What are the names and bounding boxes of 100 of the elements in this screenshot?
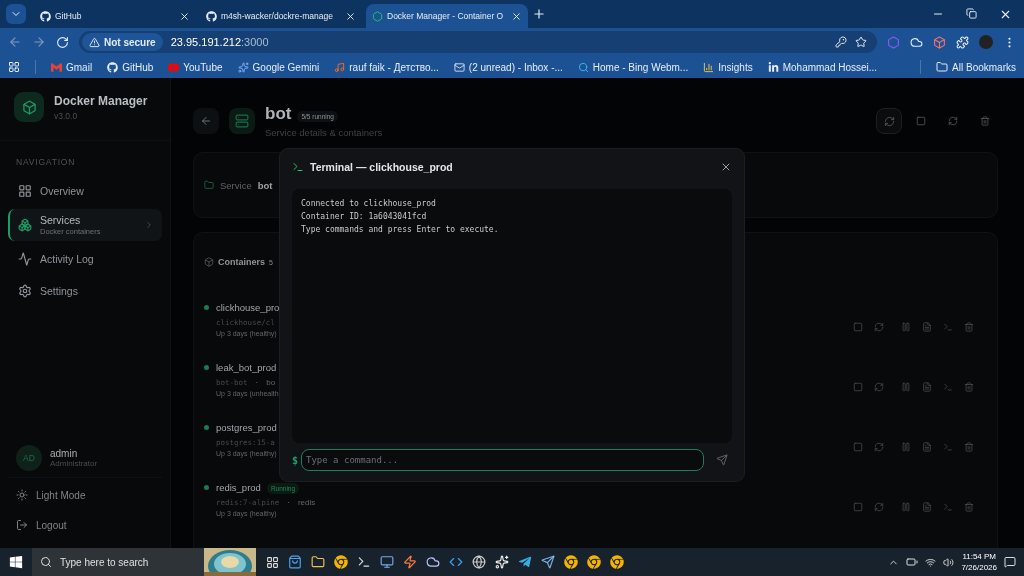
nav-label: Overview xyxy=(40,185,85,197)
close-button[interactable] xyxy=(720,161,732,173)
close-icon[interactable] xyxy=(511,10,522,22)
tab-list-button[interactable] xyxy=(6,4,26,24)
store-icon[interactable] xyxy=(288,555,302,569)
volume-icon[interactable] xyxy=(943,556,955,568)
nav-item[interactable]: Settings xyxy=(8,277,162,305)
browser-icon[interactable] xyxy=(334,555,348,569)
trash-icon xyxy=(964,382,974,392)
browser-tab[interactable]: Docker Manager - Container O xyxy=(366,4,528,28)
logout-button[interactable]: Logout xyxy=(8,512,162,538)
folder-icon[interactable] xyxy=(311,555,325,569)
refresh-icon xyxy=(948,116,958,126)
document-icon xyxy=(922,442,932,452)
terminal-line: Container ID: 1a6043041fcd xyxy=(301,212,428,221)
notifications-icon[interactable] xyxy=(1004,556,1016,568)
taskbar-clock[interactable]: 11:54 PM 7/26/2026 xyxy=(961,551,997,573)
terminal-icon xyxy=(943,502,953,512)
container-name: leak_bot_prod xyxy=(216,362,277,373)
browser-tab[interactable]: GitHub xyxy=(34,4,196,28)
bookmark-link[interactable]: rauf faik - Детство... xyxy=(334,61,439,73)
status-dot xyxy=(204,365,209,370)
bookmark-link[interactable]: YouTube xyxy=(168,61,223,73)
apps-icon[interactable] xyxy=(8,61,20,73)
pause-icon xyxy=(901,442,911,452)
app-version: v3.0.0 xyxy=(54,110,79,121)
browser-icon[interactable] xyxy=(610,555,624,569)
bookmark-link[interactable]: GitHub xyxy=(107,61,154,73)
battery-icon[interactable] xyxy=(906,556,919,568)
reload-icon[interactable] xyxy=(56,35,69,49)
cat-logo-icon xyxy=(40,10,51,22)
boxes-icon xyxy=(18,218,32,232)
lightning-icon[interactable] xyxy=(403,555,417,569)
close-icon xyxy=(720,161,732,173)
theme-toggle[interactable]: Light Mode xyxy=(8,482,162,508)
code-icon[interactable] xyxy=(449,555,463,569)
avatar-icon[interactable] xyxy=(979,35,993,49)
nav-item[interactable]: Activity Log xyxy=(8,245,162,273)
nav-label: Settings xyxy=(40,285,79,297)
chart-icon xyxy=(703,61,715,73)
browser-icon[interactable] xyxy=(564,555,578,569)
refresh-button[interactable] xyxy=(876,108,902,134)
monitor-icon[interactable] xyxy=(380,555,394,569)
terminal-icon xyxy=(943,442,953,452)
mail-icon xyxy=(453,61,465,73)
cloud-icon[interactable] xyxy=(910,35,923,49)
puzzle-icon[interactable] xyxy=(956,35,969,49)
container-service: bo xyxy=(266,378,276,387)
status-dot xyxy=(204,425,209,430)
key-icon[interactable] xyxy=(835,36,847,48)
activity-icon xyxy=(18,252,32,266)
user-role: Administrator xyxy=(50,459,98,468)
close-icon[interactable] xyxy=(345,10,356,22)
all-bookmarks-link[interactable]: All Bookmarks xyxy=(936,61,1016,73)
address-field[interactable]: 23.95.191.212:3000 xyxy=(170,36,827,48)
trash-icon xyxy=(964,502,974,512)
page-subtitle: Service details & containers xyxy=(265,127,383,138)
paper-plane-icon[interactable] xyxy=(518,555,532,569)
document-icon xyxy=(922,382,932,392)
sparkle-icon[interactable] xyxy=(495,555,509,569)
container-name: postgres_prod xyxy=(216,422,277,433)
bookmark-link[interactable]: Gmail xyxy=(51,61,93,73)
globe-icon[interactable] xyxy=(472,555,486,569)
cloud-icon[interactable] xyxy=(426,555,440,569)
separator-dot: · xyxy=(287,498,290,507)
bookmark-link[interactable]: Home - Bing Webm... xyxy=(577,61,689,73)
terminal-icon xyxy=(292,161,304,173)
send-icon[interactable] xyxy=(541,555,555,569)
back-icon[interactable] xyxy=(8,35,22,49)
wifi-icon[interactable] xyxy=(925,556,937,568)
bookmark-link[interactable]: Google Gemini xyxy=(237,61,320,73)
new-tab-icon[interactable] xyxy=(532,7,546,21)
sun-icon xyxy=(16,489,28,501)
terminal-icon xyxy=(943,382,953,392)
pause-icon xyxy=(901,382,911,392)
box-icon xyxy=(204,257,214,267)
taskbar-search-field[interactable]: Type here to search xyxy=(32,548,204,576)
command-input[interactable]: Type a command... xyxy=(301,449,704,471)
close-icon[interactable] xyxy=(179,10,190,22)
security-chip[interactable]: Not secure xyxy=(82,33,163,51)
refresh-icon xyxy=(874,382,884,392)
star-icon[interactable] xyxy=(855,36,867,48)
arrow-left-icon xyxy=(200,115,212,127)
bookmark-link[interactable]: Insights xyxy=(703,61,753,73)
browser-icon[interactable] xyxy=(587,555,601,569)
refresh-icon xyxy=(883,115,895,127)
service-name: bot xyxy=(257,179,273,191)
nav-item[interactable]: Overview xyxy=(8,177,162,205)
terminal-icon[interactable] xyxy=(357,555,371,569)
forward-icon[interactable] xyxy=(32,35,46,49)
pause-icon xyxy=(901,322,911,332)
restore-icon[interactable] xyxy=(966,7,977,19)
trash-icon xyxy=(964,442,974,452)
task-view-icon[interactable] xyxy=(266,555,279,569)
warning-icon xyxy=(89,36,100,48)
browser-tab[interactable]: m4sh-wacker/dockre-manage xyxy=(200,4,362,28)
hexagon-icon xyxy=(372,10,383,22)
bookmark-link[interactable]: Mohammad Hossei... xyxy=(767,61,878,73)
bookmark-link[interactable]: (2 unread) - Inbox -... xyxy=(453,61,563,73)
envelope-icon xyxy=(51,61,62,73)
